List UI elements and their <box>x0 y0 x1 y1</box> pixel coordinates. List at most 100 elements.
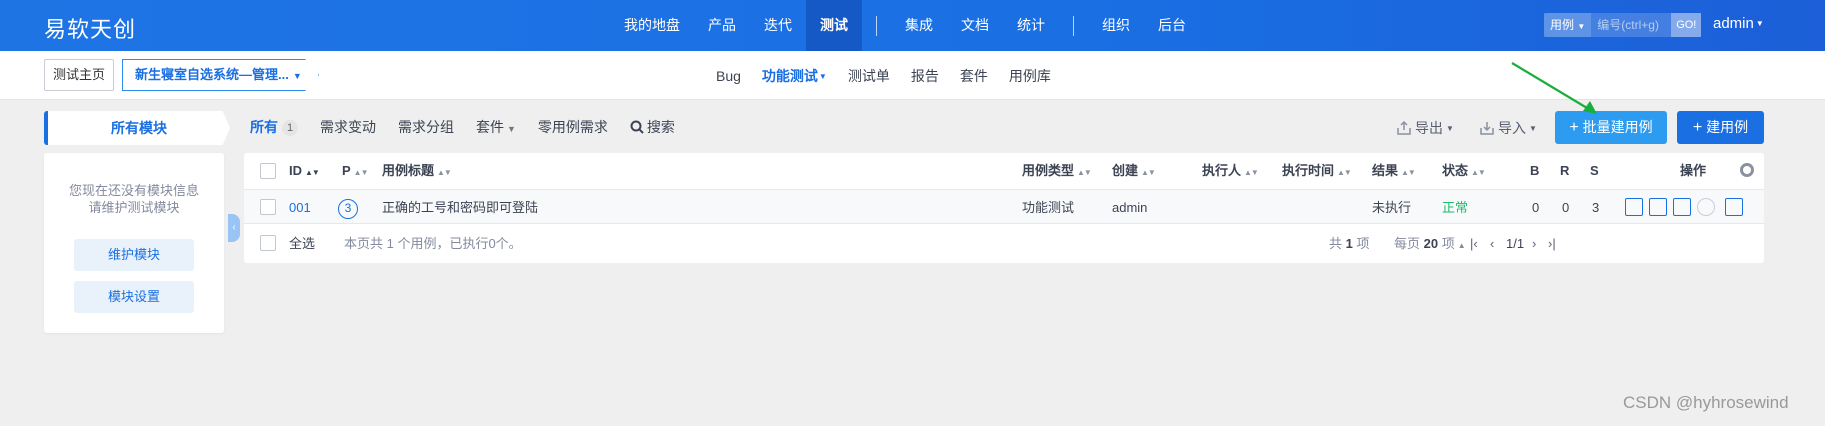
create-case-button[interactable]: + 建用例 <box>1677 111 1764 144</box>
col-type[interactable]: 用例类型 ▲▼ <box>1022 153 1092 189</box>
copy-icon[interactable] <box>1725 198 1743 216</box>
select-all-label[interactable]: 全选 <box>289 226 315 261</box>
col-label: 执行人 <box>1202 163 1242 178</box>
nav-stats[interactable]: 统计 <box>1003 0 1059 51</box>
per-suffix: 项 <box>1441 236 1455 251</box>
gear-icon[interactable] <box>1740 163 1754 177</box>
col-label: ID <box>289 163 302 178</box>
module-tree-panel: 您现在还没有模块信息 请维护测试模块 维护模块 模块设置 <box>44 153 224 333</box>
nav-test[interactable]: 测试 <box>806 0 862 51</box>
col-title[interactable]: 用例标题 ▲▼ <box>382 153 452 189</box>
module-tree-header[interactable]: 所有模块 <box>44 111 230 145</box>
sub-navbar: 测试主页 新生寝室自选系统—管理... ▼ Bug 功能测试▼ 测试单 报告 套件… <box>0 51 1825 100</box>
top-navbar: 易软天创 我的地盘 产品 迭代 测试 集成 文档 统计 组织 后台 用例 ▼ 编… <box>0 0 1825 51</box>
filter-zero-case[interactable]: 零用例需求 <box>538 117 608 137</box>
table-footer: 全选 本页共 1 个用例，已执行0个。 共 1 项 每页 20 项 ▲ |‹ ‹ … <box>244 224 1764 263</box>
last-page-icon[interactable]: ›| <box>1548 226 1556 261</box>
first-page-icon[interactable]: |‹ <box>1470 226 1478 261</box>
subnav-testcase[interactable]: 功能测试▼ <box>762 66 827 86</box>
list-icon[interactable] <box>1625 198 1643 216</box>
col-id[interactable]: ID ▲▼ <box>289 153 320 189</box>
case-creator: admin <box>1112 200 1148 215</box>
nav-integration[interactable]: 集成 <box>891 0 947 51</box>
chevron-down-icon: ▼ <box>1577 22 1586 31</box>
col-result[interactable]: 结果 ▲▼ <box>1372 153 1416 189</box>
filter-suite[interactable]: 套件 ▼ <box>476 117 516 137</box>
sort-icon: ▲▼ <box>1141 168 1156 177</box>
nav-product[interactable]: 产品 <box>694 0 750 51</box>
col-status[interactable]: 状态 ▲▼ <box>1442 153 1486 189</box>
batch-create-label: 批量建用例 <box>1582 119 1653 135</box>
filter-all[interactable]: 所有 1 <box>250 117 298 137</box>
col-label: 用例标题 <box>382 163 435 178</box>
col-executor[interactable]: 执行人 ▲▼ <box>1202 153 1259 189</box>
header-checkbox[interactable] <box>260 163 276 179</box>
breadcrumb-test-home[interactable]: 测试主页 <box>44 59 115 91</box>
page-size-select[interactable]: 每页 20 项 ▲ <box>1394 226 1466 261</box>
table-row[interactable]: 001 3 正确的工号和密码即可登陆 功能测试 admin 未执行 正常 0 0… <box>244 189 1764 224</box>
testcase-table: ID ▲▼ P ▲▼ 用例标题 ▲▼ 用例类型 ▲▼ 创建 ▲▼ 执行人 ▲▼ 执行时间 ▲▼… <box>244 153 1764 263</box>
run-icon[interactable] <box>1649 198 1667 216</box>
filter-story-changed[interactable]: 需求变动 <box>320 117 376 137</box>
col-label: 状态 <box>1442 163 1469 178</box>
col-label: 用例类型 <box>1022 163 1075 178</box>
subnav-testtask[interactable]: 测试单 <box>848 66 890 86</box>
search-input[interactable]: 编号(ctrl+g) <box>1591 13 1671 37</box>
chevron-left-icon: ‹ <box>232 222 236 233</box>
total-suffix: 项 <box>1356 236 1370 251</box>
subnav-suite[interactable]: 套件 <box>960 66 988 86</box>
case-title[interactable]: 正确的工号和密码即可登陆 <box>382 190 538 225</box>
priority-badge: 3 <box>338 198 358 219</box>
sort-icon: ▲▼ <box>353 168 369 177</box>
prev-page-icon[interactable]: ‹ <box>1490 226 1494 261</box>
nav-doc[interactable]: 文档 <box>947 0 1003 51</box>
sort-icon: ▲▼ <box>1244 168 1259 177</box>
col-exec-time[interactable]: 执行时间 ▲▼ <box>1282 153 1352 189</box>
page-indicator: 1/1 <box>1506 236 1525 251</box>
row-checkbox[interactable] <box>260 199 276 215</box>
search-toggle[interactable]: 搜索 <box>630 117 675 137</box>
subnav-report[interactable]: 报告 <box>911 66 939 86</box>
search-go-button[interactable]: GO! <box>1671 13 1702 37</box>
edit-icon[interactable] <box>1673 198 1691 216</box>
batch-create-case-button[interactable]: + 批量建用例 <box>1555 111 1667 144</box>
sidebar-collapse-toggle[interactable]: ‹ <box>228 214 240 242</box>
next-page-icon[interactable]: › <box>1532 226 1536 261</box>
chevron-down-icon: ▼ <box>1755 19 1764 28</box>
nav-admin[interactable]: 后台 <box>1144 0 1200 51</box>
chevron-down-icon: ▼ <box>818 71 827 81</box>
subnav-caselib[interactable]: 用例库 <box>1009 66 1051 86</box>
plus-icon: + <box>1569 119 1579 136</box>
select-all-checkbox[interactable] <box>260 235 276 251</box>
count-badge: 1 <box>282 120 298 136</box>
nav-iteration[interactable]: 迭代 <box>750 0 806 51</box>
case-id[interactable]: 001 <box>289 190 311 225</box>
module-settings-button[interactable]: 模块设置 <box>74 281 194 313</box>
global-search: 用例 ▼ 编号(ctrl+g) GO! <box>1544 13 1702 37</box>
maintain-module-button[interactable]: 维护模块 <box>74 239 194 271</box>
case-status: 正常 <box>1442 200 1469 215</box>
export-button[interactable]: 导出 ▼ <box>1396 114 1454 142</box>
nav-my[interactable]: 我的地盘 <box>610 0 694 51</box>
col-creator[interactable]: 创建 ▲▼ <box>1112 153 1156 189</box>
filter-all-label: 所有 <box>250 119 278 135</box>
search-label: 搜索 <box>646 119 675 135</box>
col-label: 结果 <box>1372 163 1399 178</box>
col-label: 创建 <box>1112 163 1139 178</box>
subnav-bug[interactable]: Bug <box>716 68 741 84</box>
import-button[interactable]: 导入 ▼ <box>1479 114 1537 142</box>
filter-group-by-story[interactable]: 需求分组 <box>398 117 454 137</box>
test-subnav: Bug 功能测试▼ 测试单 报告 套件 用例库 <box>716 51 1072 100</box>
product-switcher[interactable]: 新生寝室自选系统—管理... ▼ <box>122 59 319 91</box>
search-type-select[interactable]: 用例 ▼ <box>1544 13 1592 37</box>
search-type-label: 用例 <box>1550 18 1575 32</box>
col-steps: S <box>1590 163 1599 178</box>
username: admin <box>1713 15 1754 32</box>
chevron-down-icon: ▼ <box>507 124 516 134</box>
nav-divider <box>876 15 877 36</box>
per-prefix: 每页 <box>1394 236 1421 251</box>
col-priority[interactable]: P ▲▼ <box>342 153 369 189</box>
user-menu[interactable]: admin ▼ <box>1713 15 1764 32</box>
app-logo[interactable]: 易软天创 <box>44 12 136 44</box>
nav-org[interactable]: 组织 <box>1088 0 1144 51</box>
